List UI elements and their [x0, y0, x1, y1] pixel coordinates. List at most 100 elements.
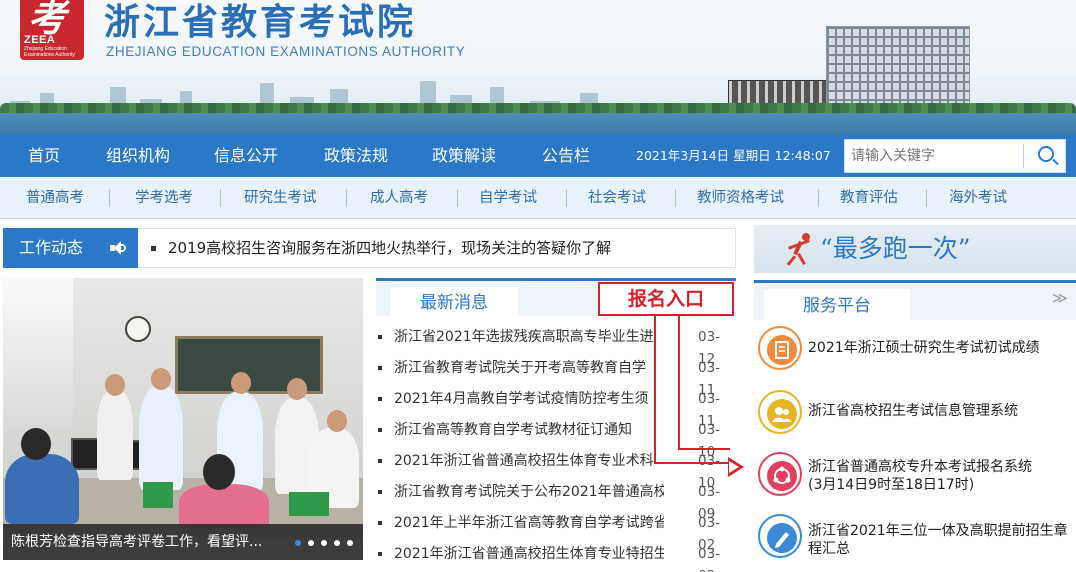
carousel-dot[interactable]	[347, 540, 353, 546]
subnav-item-self-study-exam[interactable]: 自学考试	[479, 177, 537, 219]
users-icon[interactable]	[758, 390, 802, 434]
news-bullet	[378, 490, 382, 494]
news-item[interactable]: 2021年上半年浙江省高等教育自学考试跨省... 03-02	[376, 508, 736, 553]
site-logo[interactable]: 考 ZEEA Zhejiang Education Examinations A…	[20, 0, 84, 60]
subnav-item-academic-exam[interactable]: 学考选考	[135, 177, 193, 219]
news-bullet	[378, 459, 382, 463]
news-bullet	[378, 428, 382, 432]
speaker-icon	[110, 241, 126, 255]
news-list: 浙江省2021年选拔残疾高职高专毕业生进 03-12 浙江省教育考试院关于开考高…	[376, 322, 736, 572]
carousel-dot[interactable]	[308, 540, 314, 546]
news-title[interactable]: 2021年上半年浙江省高等教育自学考试跨省...	[394, 512, 664, 534]
photo-person-head	[203, 454, 235, 490]
ticker-bullet	[151, 246, 156, 251]
photo-person	[5, 454, 79, 524]
tab-service-platform[interactable]: 服务平台	[764, 289, 910, 323]
news-item[interactable]: 浙江省教育考试院关于开考高等教育自学 03-11	[376, 353, 736, 398]
carousel-dot[interactable]	[321, 540, 327, 546]
subnav-item-adult-exam[interactable]: 成人高考	[370, 177, 428, 219]
photo-person	[179, 484, 269, 528]
work-ticker-headline[interactable]: 2019高校招生咨询服务在浙四地火热举行，现场关注的答疑你了解	[168, 228, 611, 268]
news-bullet	[378, 521, 382, 525]
news-title[interactable]: 浙江省高等教育自学考试教材征订通知	[394, 419, 664, 441]
service-link-upgrade-registration[interactable]: 浙江省普通高校专升本考试报名系统 (3月14日9时至18日17时)	[808, 458, 1070, 494]
carousel-dot[interactable]	[334, 540, 340, 546]
search-button[interactable]	[1027, 140, 1065, 172]
service-link-admission-charters[interactable]: 浙江省2021年三位一体及高职提前招生章程汇总	[808, 522, 1070, 558]
news-bullet	[378, 335, 382, 339]
subnav-separator	[109, 189, 110, 207]
registration-entry-callout: 报名入口	[598, 282, 734, 316]
header-banner: 考 ZEEA Zhejiang Education Examinations A…	[0, 0, 1076, 135]
news-title[interactable]: 2021年浙江省普通高校招生体育专业术科	[394, 450, 664, 472]
service-link-admission-info-system[interactable]: 浙江省高校招生考试信息管理系统	[808, 402, 1070, 420]
photo-person	[97, 390, 133, 480]
subnav-separator	[926, 189, 927, 207]
callout-arrow-inner	[729, 461, 739, 473]
subnav-item-teacher-qualification[interactable]: 教师资格考试	[697, 177, 784, 219]
news-title[interactable]: 浙江省教育考试院关于开考高等教育自学	[394, 357, 664, 379]
run-once-text: “最多跑一次”	[820, 234, 971, 263]
news-title[interactable]: 浙江省2021年选拔残疾高职高专毕业生进	[394, 326, 664, 348]
service-tab-bar: 服务平台 ≫	[754, 280, 1076, 323]
subnav-item-social-exam[interactable]: 社会考试	[588, 177, 646, 219]
work-dynamics-label[interactable]: 工作动态	[3, 228, 138, 268]
photo-person-head	[21, 428, 51, 460]
carousel-dot[interactable]	[295, 540, 301, 546]
photo-person	[139, 386, 183, 490]
news-bullet	[378, 552, 382, 556]
subnav-item-graduate-exam[interactable]: 研究生考试	[244, 177, 317, 219]
exam-category-nav: 普通高考 学考选考 研究生考试 成人高考 自学考试 社会考试 教师资格考试 教育…	[0, 177, 1076, 219]
news-item[interactable]: 浙江省教育考试院关于公布2021年普通高校... 03-09	[376, 477, 736, 522]
callout-line	[654, 316, 656, 464]
carousel-caption-bar: 陈根芳检查指导高考评卷工作，看望评...	[3, 524, 363, 560]
subnav-separator	[220, 189, 221, 207]
search-box	[844, 139, 1066, 173]
news-date: 03-02	[698, 546, 721, 572]
service-link-graduate-scores[interactable]: 2021年浙江硕士研究生考试初试成绩	[808, 339, 1070, 357]
photo-person-head	[151, 368, 171, 390]
news-title[interactable]: 2021年4月高教自学考试疫情防控考生须	[394, 388, 664, 410]
lake-water	[0, 113, 1076, 135]
subnav-item-education-evaluation[interactable]: 教育评估	[840, 177, 898, 219]
search-input[interactable]	[845, 140, 1023, 172]
callout-line	[654, 462, 730, 464]
nav-item-policy-interpretation[interactable]: 政策解读	[432, 135, 496, 177]
photo-person-head	[327, 410, 347, 432]
run-once-banner[interactable]: “最多跑一次”	[754, 225, 1076, 273]
network-icon[interactable]	[758, 452, 802, 496]
news-bullet	[378, 397, 382, 401]
logo-small-line-2: Examinations Authority	[24, 52, 75, 58]
site-title[interactable]: 浙江省教育考试院	[104, 0, 416, 44]
photo-person-head	[231, 372, 251, 394]
site-subtitle: ZHEJIANG EDUCATION EXAMINATIONS AUTHORIT…	[106, 44, 466, 59]
news-item[interactable]: 浙江省高等教育自学考试教材征订通知 03-10	[376, 415, 736, 460]
subnav-separator	[818, 189, 819, 207]
nav-item-policies[interactable]: 政策法规	[324, 135, 388, 177]
news-item[interactable]: 2021年4月高教自学考试疫情防控考生须 03-11	[376, 384, 736, 429]
nav-item-announcements[interactable]: 公告栏	[542, 135, 590, 177]
news-item[interactable]: 2021年浙江省普通高校招生体育专业特招生... 03-02	[376, 539, 736, 572]
subnav-separator	[346, 189, 347, 207]
news-item[interactable]: 浙江省2021年选拔残疾高职高专毕业生进 03-12	[376, 322, 736, 367]
news-title[interactable]: 2021年浙江省普通高校招生体育专业特招生...	[394, 543, 664, 565]
photo-window	[3, 278, 73, 428]
logo-abbr: ZEEA	[24, 34, 56, 46]
runner-icon	[784, 233, 818, 266]
subnav-item-overseas-exam[interactable]: 海外考试	[949, 177, 1007, 219]
carousel-caption[interactable]: 陈根芳检查指导高考评卷工作，看望评...	[11, 524, 262, 560]
document-icon[interactable]	[758, 326, 802, 370]
news-photo-carousel[interactable]: 陈根芳检查指导高考评卷工作，看望评...	[3, 278, 363, 560]
nav-item-home[interactable]: 首页	[28, 135, 60, 177]
tab-latest-news[interactable]: 最新消息	[390, 287, 518, 319]
subnav-item-general-college-exam[interactable]: 普通高考	[26, 177, 84, 219]
news-title[interactable]: 浙江省教育考试院关于公布2021年普通高校...	[394, 481, 664, 503]
nav-item-info-disclosure[interactable]: 信息公开	[214, 135, 278, 177]
nav-item-organization[interactable]: 组织机构	[106, 135, 170, 177]
photo-chair	[289, 492, 329, 516]
more-chevron-icon[interactable]: ≫	[1052, 287, 1068, 309]
latest-news-panel: 最新消息 浙江省2021年选拔残疾高职高专毕业生进 03-12 浙江省教育考试院…	[376, 278, 736, 572]
callout-line	[678, 448, 730, 450]
photo-clock	[125, 316, 151, 342]
pen-icon[interactable]	[758, 514, 802, 558]
